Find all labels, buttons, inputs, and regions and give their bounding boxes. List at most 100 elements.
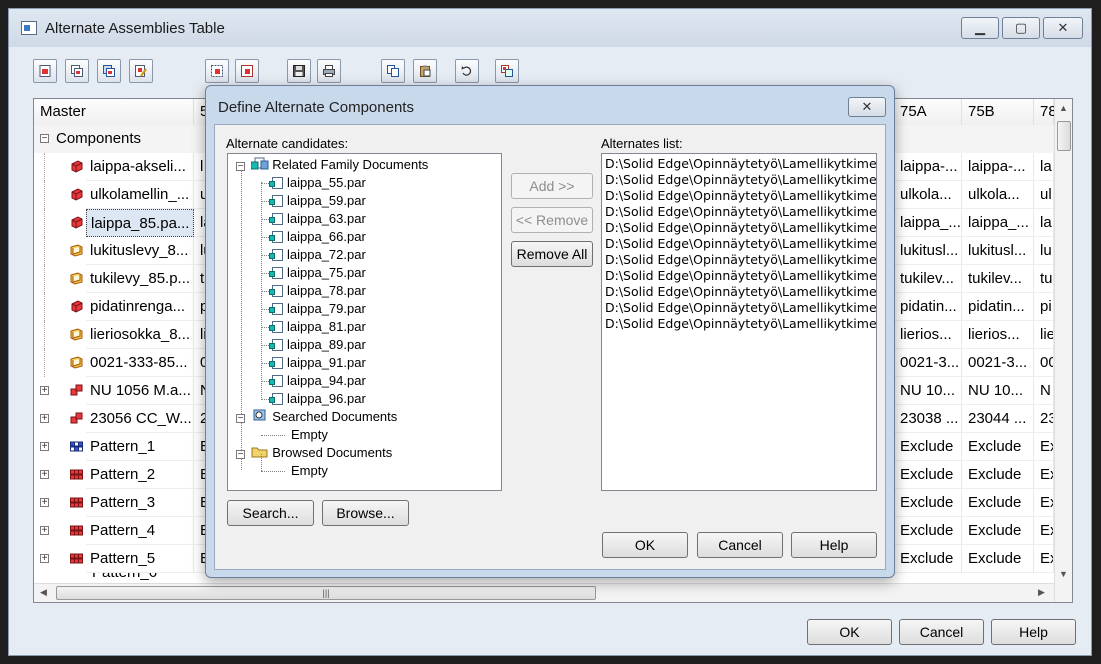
- cell-col-78[interactable]: Ex: [1034, 433, 1054, 461]
- tree-node-searched[interactable]: − Searched Documents: [236, 408, 397, 426]
- row-name[interactable]: laippa_85.pa...: [86, 209, 194, 237]
- cell-col-78[interactable]: lie: [1034, 321, 1054, 349]
- row-name[interactable]: lieriosokka_8...: [86, 321, 194, 349]
- alternate-list-item[interactable]: D:\Solid Edge\Opinnäytetyö\Lamellikytkim…: [605, 284, 876, 300]
- row-name[interactable]: Pattern_2: [86, 461, 194, 489]
- row-name[interactable]: lukituslevy_8...: [86, 237, 194, 265]
- browse-button[interactable]: Browse...: [322, 500, 409, 526]
- cell-col-75b[interactable]: Exclude: [962, 433, 1034, 461]
- row-name[interactable]: ulkolamellin_...: [86, 181, 194, 209]
- cell-col-75b[interactable]: laippa_...: [962, 209, 1034, 237]
- new-button[interactable]: [33, 59, 57, 83]
- alternates-list[interactable]: D:\Solid Edge\Opinnäytetyö\Lamellikytkim…: [601, 153, 877, 491]
- vertical-scrollbar[interactable]: ▲ ▼: [1054, 99, 1072, 602]
- column-header-75a[interactable]: 75A: [894, 99, 962, 125]
- copy-row-button[interactable]: [65, 59, 89, 83]
- cell-col-75b[interactable]: lierios...: [962, 321, 1034, 349]
- print-button[interactable]: [317, 59, 341, 83]
- tree-item-candidate[interactable]: laippa_66.par: [269, 228, 366, 246]
- tree-item-candidate[interactable]: laippa_72.par: [269, 246, 366, 264]
- cell-col-78[interactable]: la: [1034, 153, 1054, 181]
- cell-col-75b[interactable]: Exclude: [962, 545, 1034, 573]
- scroll-up-icon[interactable]: ▲: [1059, 103, 1068, 113]
- expand-icon[interactable]: +: [40, 526, 49, 536]
- cell-col-75a[interactable]: Exclude: [894, 461, 962, 489]
- row-name[interactable]: tukilevy_85.p...: [86, 265, 194, 293]
- cell-col-78[interactable]: 23: [1034, 405, 1054, 433]
- expand-icon[interactable]: +: [40, 498, 49, 508]
- cell-col-75a[interactable]: Exclude: [894, 489, 962, 517]
- alternate-list-item[interactable]: D:\Solid Edge\Opinnäytetyö\Lamellikytkim…: [605, 300, 876, 316]
- dialog-close-button[interactable]: ✕: [848, 97, 886, 117]
- horizontal-scroll-thumb[interactable]: |||: [56, 586, 596, 600]
- cell-col-78[interactable]: 00: [1034, 349, 1054, 377]
- cell-col-75a[interactable]: ulkola...: [894, 181, 962, 209]
- dialog-cancel-button[interactable]: Cancel: [697, 532, 783, 558]
- cell-col-78[interactable]: Ex: [1034, 545, 1054, 573]
- alternate-list-item[interactable]: D:\Solid Edge\Opinnäytetyö\Lamellikytkim…: [605, 156, 876, 172]
- cell-col-75b[interactable]: NU 10...: [962, 377, 1034, 405]
- cell-col-78[interactable]: pi: [1034, 293, 1054, 321]
- cell-col-75a[interactable]: lukitusl...: [894, 237, 962, 265]
- alternate-list-item[interactable]: D:\Solid Edge\Opinnäytetyö\Lamellikytkim…: [605, 316, 876, 332]
- minimize-button[interactable]: ▁: [961, 17, 999, 39]
- cell-col-78[interactable]: Ex: [1034, 461, 1054, 489]
- tree-item-candidate[interactable]: laippa_96.par: [269, 390, 366, 408]
- tree-item-candidate[interactable]: laippa_89.par: [269, 336, 366, 354]
- cell-col-75b[interactable]: Exclude: [962, 461, 1034, 489]
- alternate-list-item[interactable]: D:\Solid Edge\Opinnäytetyö\Lamellikytkim…: [605, 220, 876, 236]
- row-name[interactable]: Pattern_5: [86, 545, 194, 573]
- cell-col-75a[interactable]: pidatin...: [894, 293, 962, 321]
- cell-col-78[interactable]: Ex: [1034, 517, 1054, 545]
- dialog-ok-button[interactable]: OK: [602, 532, 688, 558]
- candidates-tree[interactable]: − Related Family Documents laippa_55.par…: [227, 153, 502, 491]
- row-name[interactable]: Pattern_3: [86, 489, 194, 517]
- define-alternates-button[interactable]: [495, 59, 519, 83]
- cell-col-75a[interactable]: 23038 ...: [894, 405, 962, 433]
- tree-node-related[interactable]: − Related Family Documents: [236, 156, 428, 174]
- collapse-icon[interactable]: −: [236, 450, 245, 460]
- row-name[interactable]: 0021-333-85...: [86, 349, 194, 377]
- row-name[interactable]: pidatinrenga...: [86, 293, 194, 321]
- cell-col-75a[interactable]: tukilev...: [894, 265, 962, 293]
- scroll-down-icon[interactable]: ▼: [1059, 569, 1068, 579]
- tree-item-candidate[interactable]: laippa_63.par: [269, 210, 366, 228]
- cell-col-75a[interactable]: lierios...: [894, 321, 962, 349]
- tree-node-browsed[interactable]: − Browsed Documents: [236, 444, 392, 462]
- cell-col-78[interactable]: N: [1034, 377, 1054, 405]
- cell-col-78[interactable]: tu: [1034, 265, 1054, 293]
- alternate-list-item[interactable]: D:\Solid Edge\Opinnäytetyö\Lamellikytkim…: [605, 172, 876, 188]
- tree-item-candidate[interactable]: laippa_78.par: [269, 282, 366, 300]
- paste-row-button[interactable]: [97, 59, 121, 83]
- row-name[interactable]: NU 1056 M.a...: [86, 377, 194, 405]
- remove-all-button[interactable]: Remove All: [511, 241, 593, 267]
- scroll-right-icon[interactable]: ▶: [1038, 587, 1045, 598]
- collapse-icon[interactable]: −: [236, 162, 245, 172]
- undo-button[interactable]: [455, 59, 479, 83]
- tree-item-candidate[interactable]: laippa_91.par: [269, 354, 366, 372]
- alternate-list-item[interactable]: D:\Solid Edge\Opinnäytetyö\Lamellikytkim…: [605, 188, 876, 204]
- cell-col-75a[interactable]: 0021-3...: [894, 349, 962, 377]
- cell-col-75b[interactable]: laippa-...: [962, 153, 1034, 181]
- column-header-75b[interactable]: 75B: [962, 99, 1034, 125]
- tree-item-candidate[interactable]: laippa_59.par: [269, 192, 366, 210]
- tree-item-candidate[interactable]: laippa_94.par: [269, 372, 366, 390]
- cell-col-75b[interactable]: lukitusl...: [962, 237, 1034, 265]
- alternate-list-item[interactable]: D:\Solid Edge\Opinnäytetyö\Lamellikytkim…: [605, 236, 876, 252]
- close-button[interactable]: ✕: [1043, 17, 1083, 39]
- cell-col-78[interactable]: la: [1034, 209, 1054, 237]
- expand-icon[interactable]: +: [40, 442, 49, 452]
- cell-col-75a[interactable]: NU 10...: [894, 377, 962, 405]
- scroll-left-icon[interactable]: ◀: [40, 587, 47, 598]
- add-member-button[interactable]: [205, 59, 229, 83]
- cell-col-75a[interactable]: laippa-...: [894, 153, 962, 181]
- add-button[interactable]: Add >>: [511, 173, 593, 199]
- cell-col-75b[interactable]: 0021-3...: [962, 349, 1034, 377]
- remove-button[interactable]: << Remove: [511, 207, 593, 233]
- copy-doc-button[interactable]: [381, 59, 405, 83]
- cell-col-75b[interactable]: tukilev...: [962, 265, 1034, 293]
- maximize-button[interactable]: ▢: [1002, 17, 1040, 39]
- alternate-list-item[interactable]: D:\Solid Edge\Opinnäytetyö\Lamellikytkim…: [605, 268, 876, 284]
- collapse-icon[interactable]: −: [40, 134, 49, 144]
- cell-col-75b[interactable]: ulkola...: [962, 181, 1034, 209]
